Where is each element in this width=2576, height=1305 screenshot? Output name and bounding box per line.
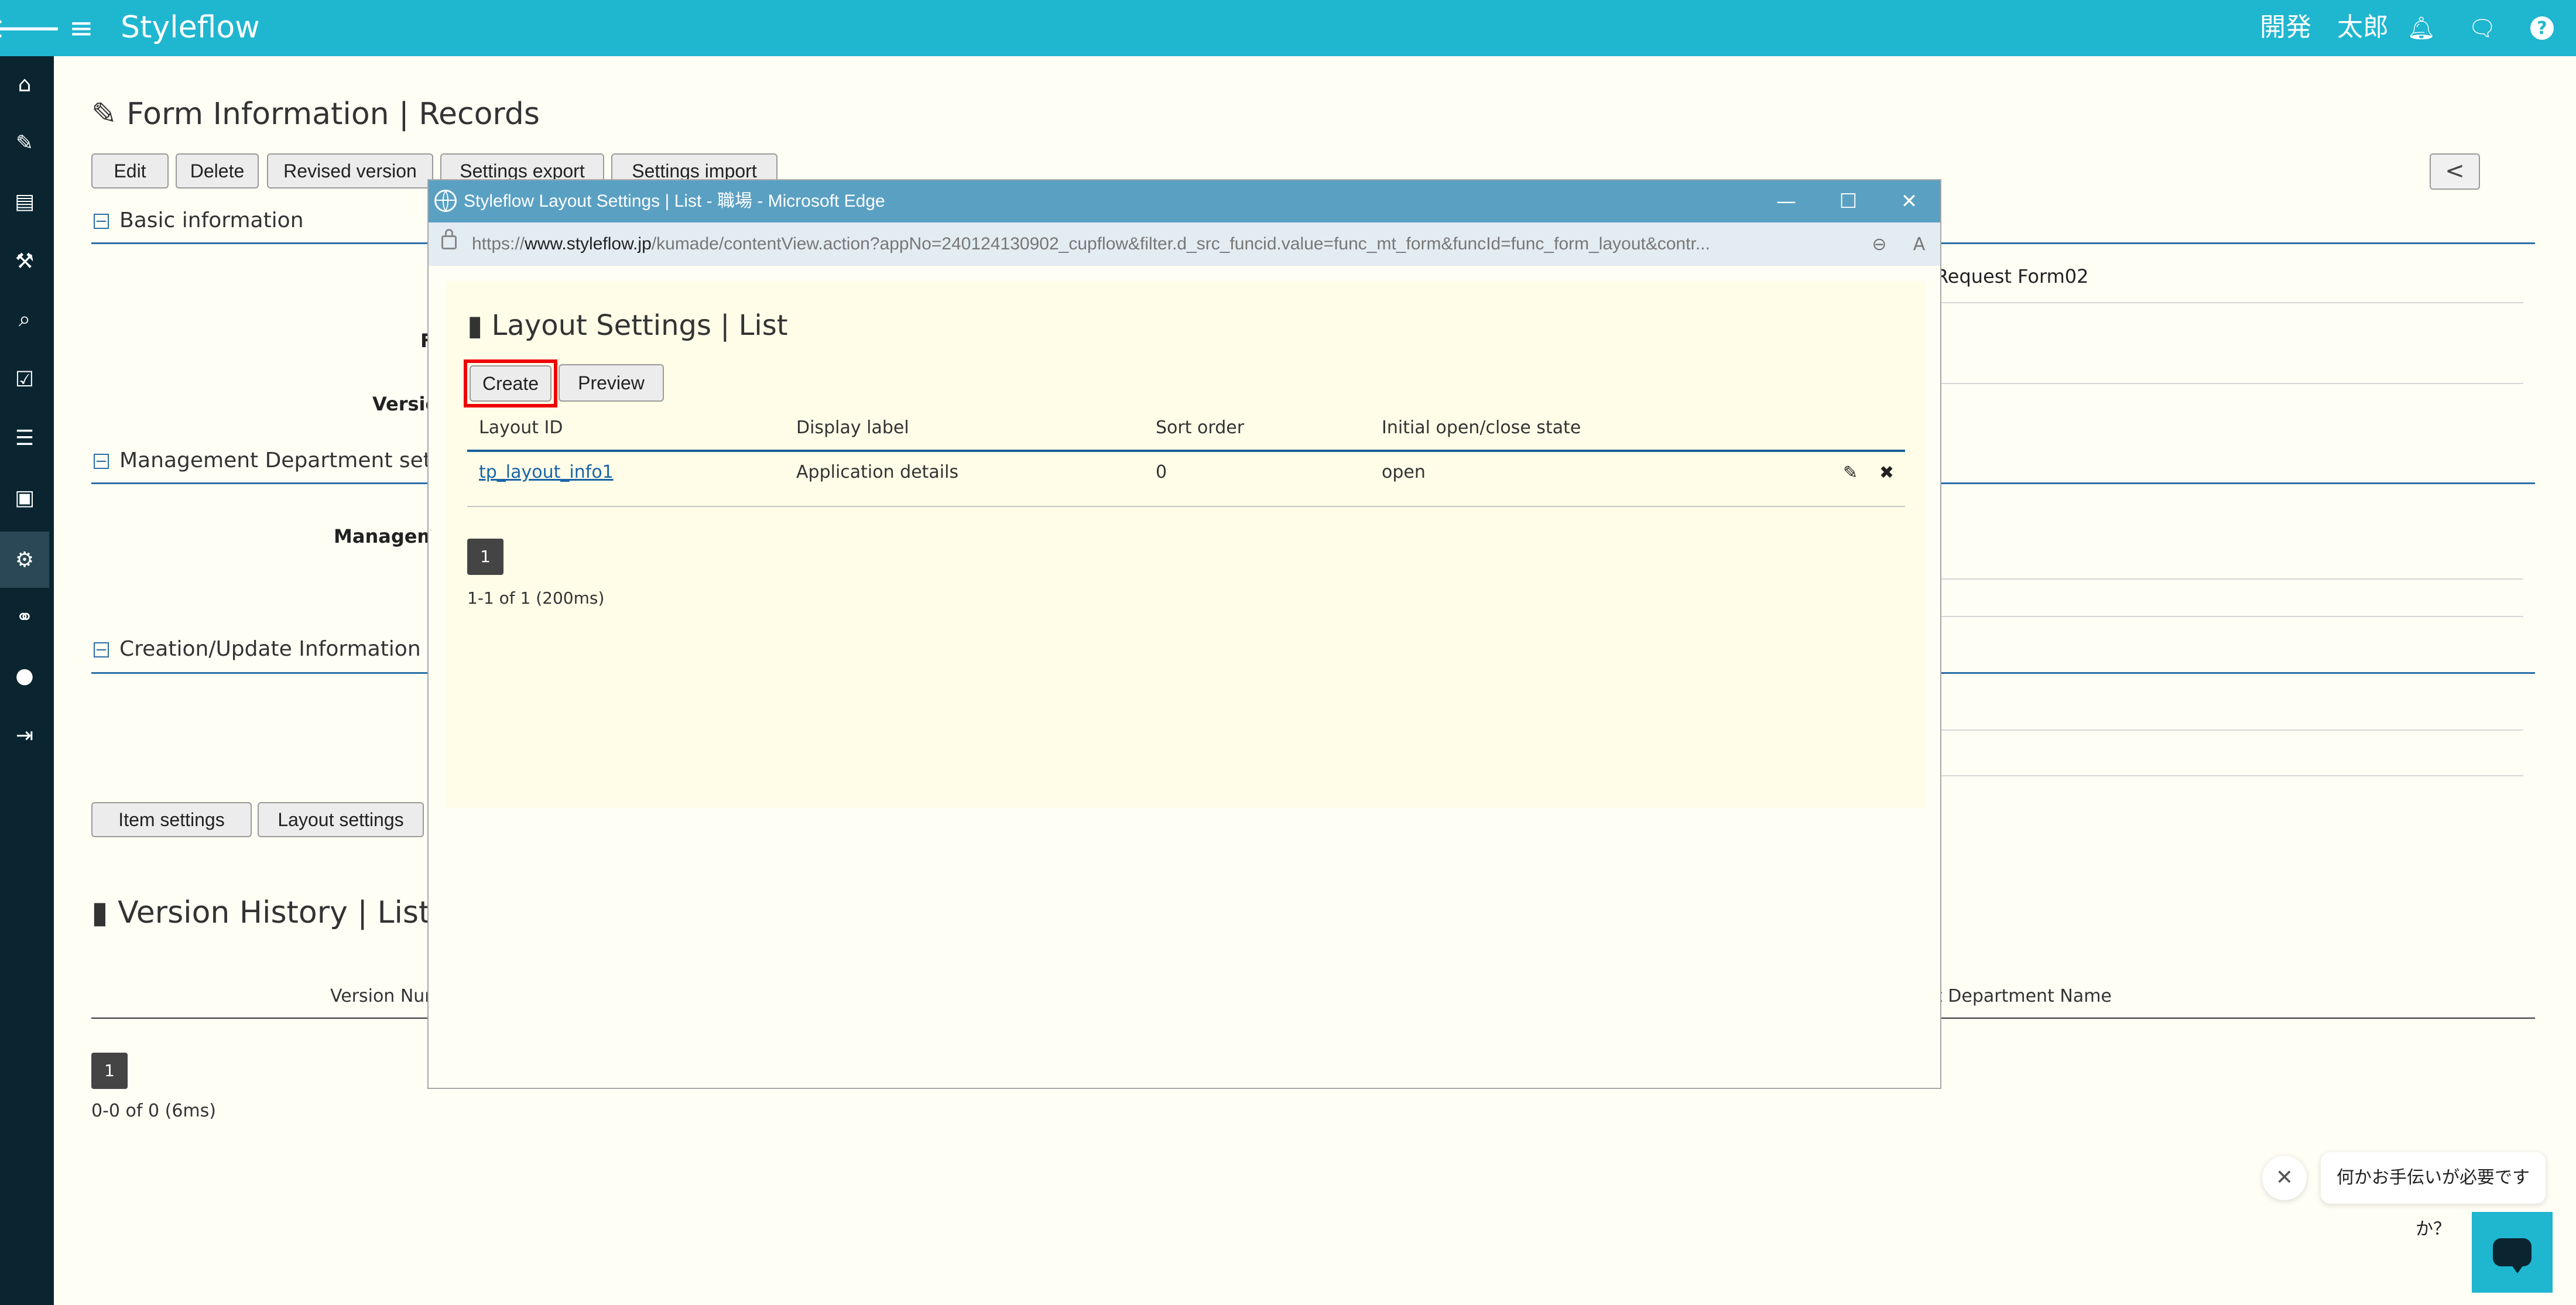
sidebar: ⌂ ✎ ▤ ⚒ ⌕ ☑ ☰ ▣ ⚙ ⚭ ● ⇥ (0, 56, 54, 1305)
sidebar-check-square-icon[interactable]: ☑ (0, 351, 49, 407)
sidebar-link-icon[interactable]: ⚭ (0, 589, 49, 645)
bell-icon[interactable]: 🔔︎ (2406, 13, 2437, 43)
popup-status-text: 1-1 of 1 (200ms) (467, 588, 605, 608)
book-icon: ▮ (467, 309, 492, 342)
section-management-department[interactable]: − Management Department setting (94, 446, 472, 475)
sidebar-id-card-icon[interactable]: ▣ (0, 470, 49, 526)
sidebar-server-icon[interactable]: ☰ (0, 410, 49, 466)
chat-bubble-icon (2493, 1238, 2532, 1273)
version-history-title: ▮ Version History | List (91, 895, 431, 930)
sidebar-edit-icon[interactable]: ✎ (0, 115, 49, 171)
popup-page-button[interactable]: 1 (467, 539, 503, 575)
form-name-value: Request Form02 (1936, 265, 2089, 287)
col-display-label: Display label (796, 417, 909, 438)
popup-content (445, 281, 1926, 808)
brand-logo[interactable]: Styleflow (121, 8, 260, 47)
history-page-button[interactable]: 1 (91, 1053, 128, 1089)
edit-icon: ✎ (91, 97, 127, 132)
chat-close-button[interactable]: ✕ (2262, 1156, 2307, 1200)
url-text[interactable]: https://www.styleflow.jp/kumade/contentV… (472, 222, 1859, 266)
collapse-minus-icon[interactable]: − (94, 454, 109, 469)
row-divider (1936, 578, 2523, 580)
layout-settings-window: Styleflow Layout Settings | List - 職場 - … (427, 179, 1941, 1089)
chat-prompt-bubble[interactable]: 何かお手伝いが必要ですか？ (2321, 1152, 2546, 1239)
col-sort-order: Sort order (1156, 417, 1245, 438)
edit-pencil-icon[interactable]: ✎ (1843, 463, 1858, 484)
user-name[interactable]: 開発 太郎 (2260, 8, 2389, 47)
state-cell: open (1382, 462, 1426, 482)
book-icon: ▮ (91, 895, 118, 930)
table-row-divider (467, 506, 1905, 507)
window-title: Styleflow Layout Settings | List - 職場 - … (464, 191, 885, 211)
history-col-department: t Department Name (1936, 986, 2112, 1006)
display-label-cell: Application details (796, 462, 959, 482)
delete-x-icon[interactable]: ✖ (1879, 463, 1894, 484)
window-close-button[interactable]: ✕ (1878, 180, 1940, 222)
window-titlebar[interactable]: Styleflow Layout Settings | List - 職場 - … (429, 180, 1940, 222)
edit-button[interactable]: Edit (91, 153, 169, 189)
section-basic-information[interactable]: − Basic information (94, 206, 304, 235)
layout-settings-title: ▮ Layout Settings | List (467, 309, 788, 342)
preview-button[interactable]: Preview (559, 364, 664, 402)
sidebar-hammer-icon[interactable]: ⚒ (0, 233, 49, 289)
row-divider (1936, 302, 2523, 303)
sidebar-home-icon[interactable]: ⌂ (0, 56, 49, 112)
hamburger-menu-icon[interactable]: ≡ (69, 12, 94, 44)
collapse-minus-icon[interactable]: − (94, 214, 109, 229)
globe-icon (434, 190, 457, 212)
sidebar-settings-icon[interactable]: ⚙ (0, 532, 49, 588)
lock-icon[interactable] (441, 229, 457, 249)
collapse-minus-icon[interactable]: − (94, 642, 109, 657)
minimize-button[interactable]: — (1755, 180, 1817, 222)
help-icon[interactable]: ? (2530, 16, 2554, 40)
sidebar-book-icon[interactable]: ▤ (0, 173, 49, 230)
revised-version-button[interactable]: Revised version (267, 153, 433, 189)
back-arrow-icon[interactable]: 🡐 (0, 0, 61, 56)
address-bar[interactable]: https://www.styleflow.jp/kumade/contentV… (429, 222, 1940, 266)
item-settings-button[interactable]: Item settings (91, 802, 252, 837)
chat-launcher-button[interactable] (2472, 1212, 2553, 1293)
zoom-out-icon[interactable]: ⊖ (1868, 233, 1891, 256)
page-title: ✎ Form Information | Records (91, 97, 540, 132)
row-divider (1936, 729, 2523, 731)
sort-order-cell: 0 (1156, 462, 1167, 482)
history-status-text: 0-0 of 0 (6ms) (91, 1101, 216, 1121)
chat-icon[interactable]: 🗨︎ (2467, 13, 2498, 43)
row-divider (1936, 616, 2523, 617)
create-highlight: Create (464, 359, 557, 407)
collapse-button[interactable]: < (2430, 153, 2480, 190)
layout-id-link[interactable]: tp_layout_info1 (479, 458, 614, 487)
maximize-button[interactable]: ☐ (1817, 180, 1879, 222)
row-divider (1936, 775, 2523, 776)
col-layout-id: Layout ID (479, 417, 563, 438)
sidebar-sign-out-icon[interactable]: ⇥ (0, 707, 49, 763)
history-col-version: Version Num (330, 986, 442, 1006)
sidebar-search-icon[interactable]: ⌕ (0, 292, 49, 348)
read-aloud-icon[interactable]: A (1907, 233, 1931, 256)
delete-button[interactable]: Delete (176, 153, 259, 189)
create-button[interactable]: Create (470, 365, 551, 402)
table-header-divider (467, 450, 1905, 452)
section-creation-update[interactable]: − Creation/Update Information (94, 635, 421, 664)
col-open-close-state: Initial open/close state (1382, 417, 1581, 438)
layout-settings-button[interactable]: Layout settings (258, 802, 424, 837)
top-header: 🡐 ≡ Styleflow 開発 太郎 🔔︎ 🗨︎ ? (0, 0, 2576, 56)
sidebar-user-icon[interactable]: ● (0, 648, 49, 704)
row-divider (1936, 383, 2523, 384)
